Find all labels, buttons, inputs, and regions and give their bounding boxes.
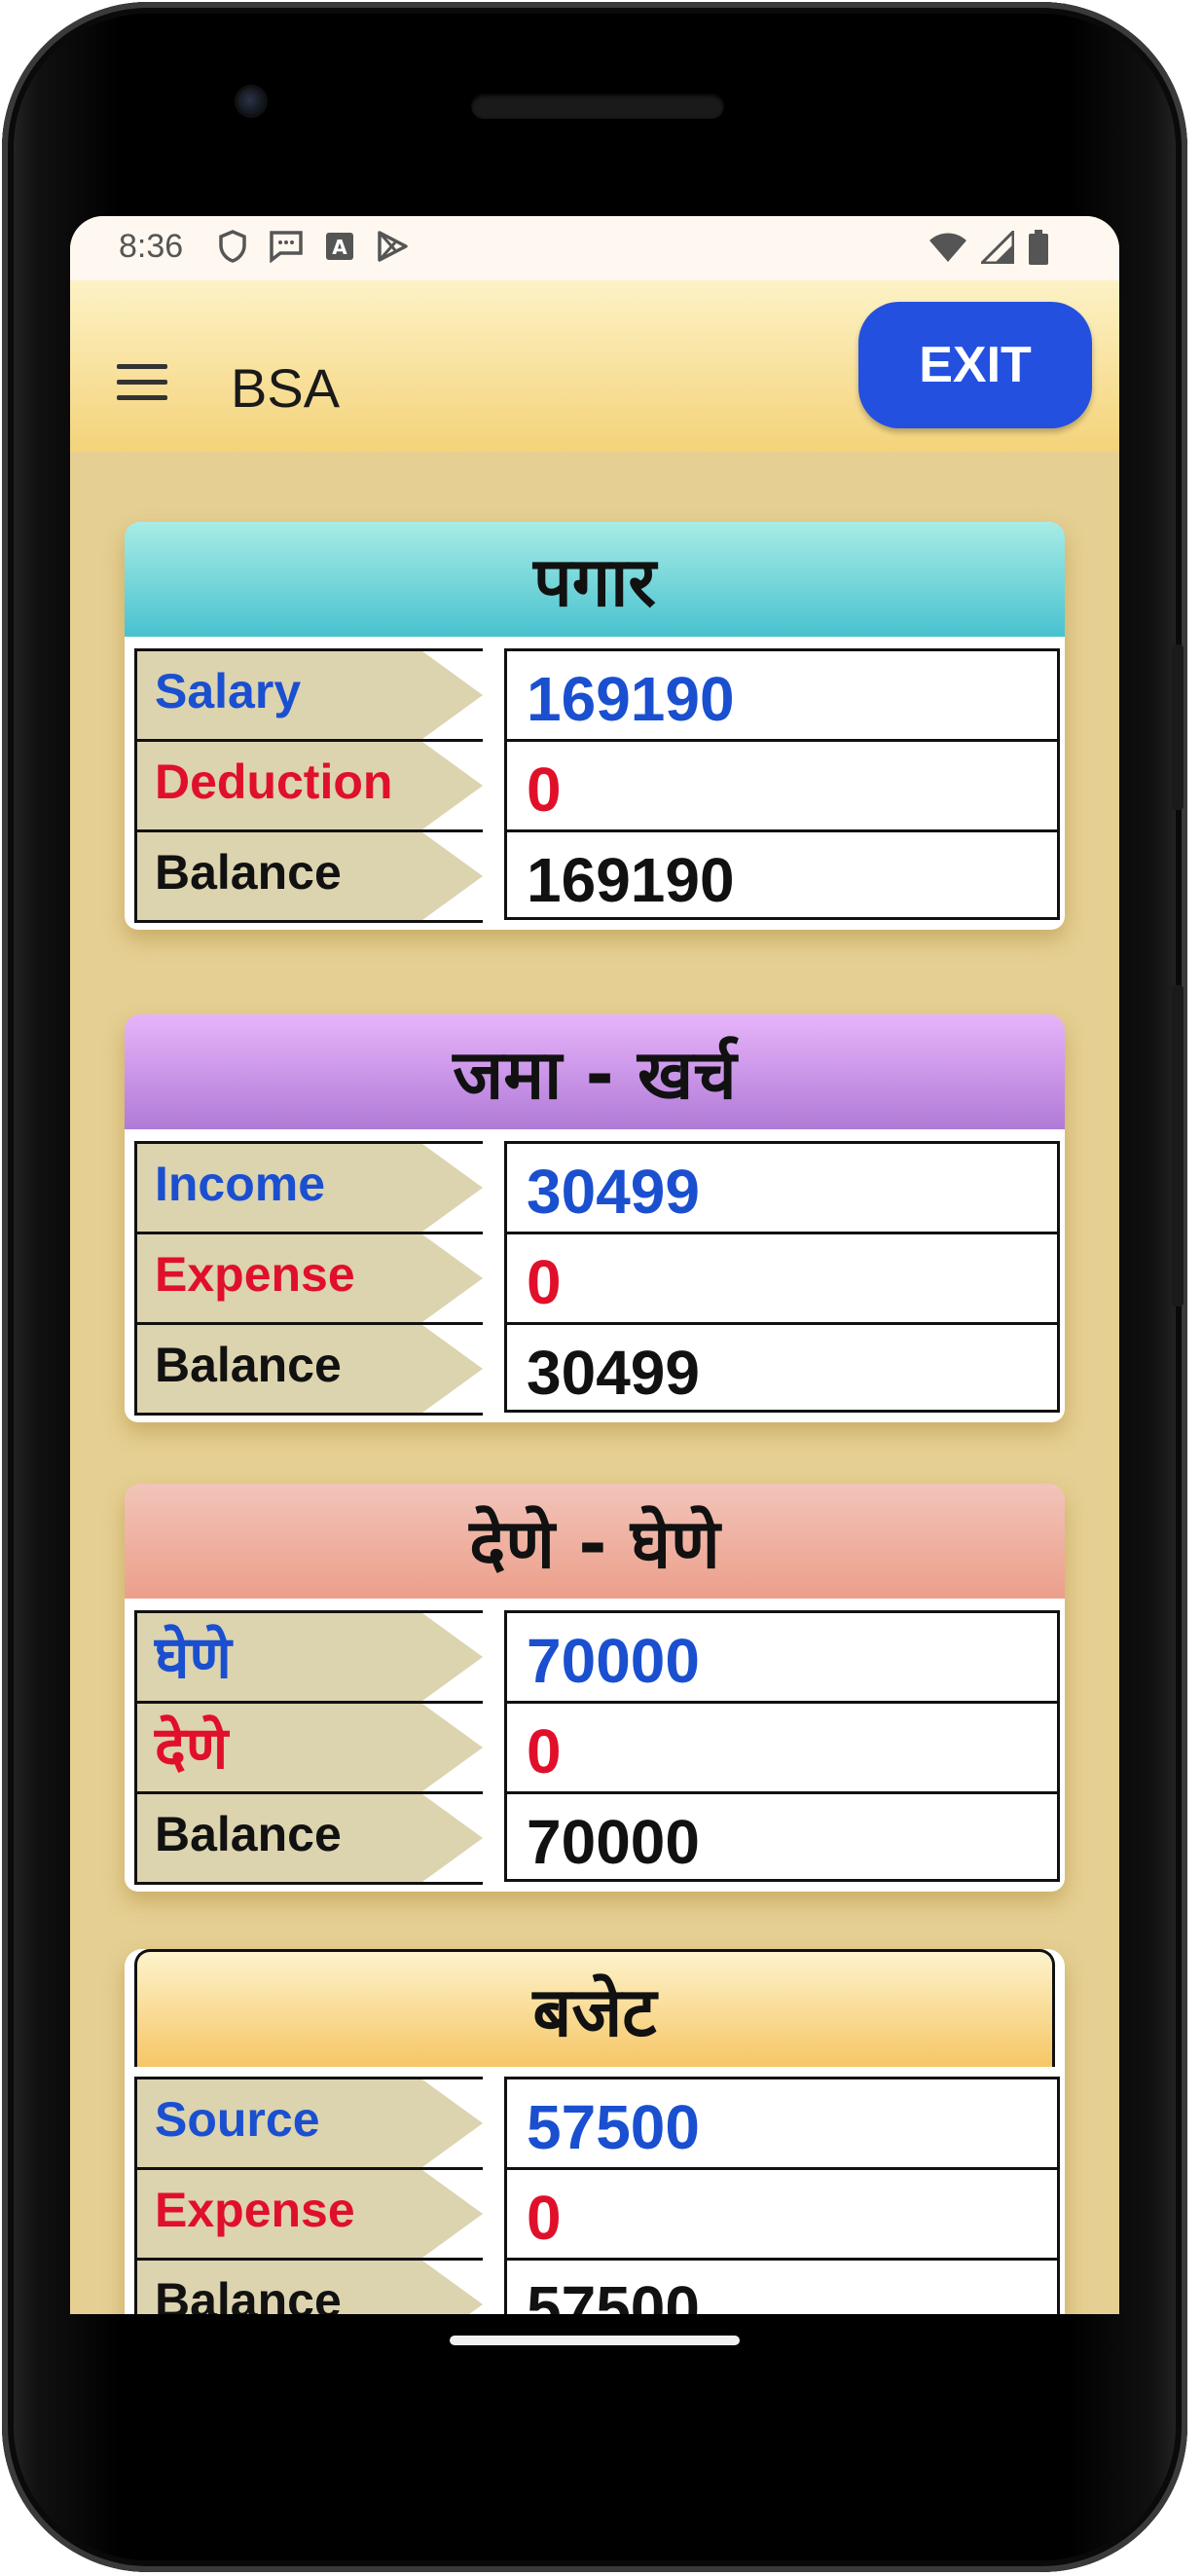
card-rows: Income 30499 Expense 0 Balance 30499 xyxy=(125,1129,1065,1422)
value-cell: 0 xyxy=(504,2167,1060,2258)
status-time: 8:36 xyxy=(119,228,184,265)
label-cell: Deduction xyxy=(134,739,483,829)
row-value: 30499 xyxy=(527,1338,700,1408)
row-label: Expense xyxy=(155,2183,355,2237)
card-title: बजेट xyxy=(134,1949,1055,2067)
message-icon xyxy=(270,231,303,263)
home-gesture-bar[interactable] xyxy=(450,2336,740,2345)
value-cell: 169190 xyxy=(504,829,1060,920)
balance-row[interactable]: Balance 70000 xyxy=(134,1791,1060,1885)
balance-row[interactable]: Balance 169190 xyxy=(134,829,1060,923)
budget-card[interactable]: बजेट Source 57500 Expense 0 Balance 5750… xyxy=(125,1949,1065,2314)
expense-row[interactable]: Expense 0 xyxy=(134,1232,1060,1322)
deduction-row[interactable]: Deduction 0 xyxy=(134,739,1060,829)
give-take-card[interactable]: देणे - घेणे घेणे 70000 देणे 0 Balance 70… xyxy=(125,1484,1065,1892)
app-title: BSA xyxy=(231,357,341,419)
row-label: Deduction xyxy=(155,754,393,809)
app-bar: BSA EXIT xyxy=(70,280,1119,452)
receivable-row[interactable]: घेणे 70000 xyxy=(134,1610,1060,1701)
row-value: 0 xyxy=(527,754,562,825)
value-cell: 0 xyxy=(504,1232,1060,1322)
row-label: Source xyxy=(155,2092,320,2147)
label-cell: Balance xyxy=(134,1322,483,1416)
row-label: Balance xyxy=(155,2273,342,2314)
power-button xyxy=(1172,644,1184,810)
system-icons xyxy=(929,230,1049,265)
label-cell: Balance xyxy=(134,1791,483,1885)
main-content: पगार Salary 169190 Deduction 0 Balance 1… xyxy=(70,452,1119,2314)
income-expense-card[interactable]: जमा - खर्च Income 30499 Expense 0 Balanc… xyxy=(125,1014,1065,1422)
row-label: Income xyxy=(155,1157,326,1211)
menu-icon[interactable] xyxy=(117,364,167,401)
expense-row[interactable]: Expense 0 xyxy=(134,2167,1060,2258)
value-cell: 70000 xyxy=(504,1610,1060,1701)
payable-row[interactable]: देणे 0 xyxy=(134,1701,1060,1791)
row-value: 70000 xyxy=(527,1807,700,1877)
card-title: देणे - घेणे xyxy=(125,1484,1065,1599)
row-label: Balance xyxy=(155,845,342,900)
balance-row[interactable]: Balance 57500 xyxy=(134,2258,1060,2314)
navigation-bar xyxy=(2,2314,1202,2509)
value-cell: 57500 xyxy=(504,2258,1060,2314)
salary-card[interactable]: पगार Salary 169190 Deduction 0 Balance 1… xyxy=(125,522,1065,930)
label-cell: Income xyxy=(134,1141,483,1232)
exit-button[interactable]: EXIT xyxy=(858,302,1092,428)
value-cell: 0 xyxy=(504,739,1060,829)
screen: 8:36 A BSA EXIT पगार Salary 169190 Deduc… xyxy=(70,216,1119,2314)
source-row[interactable]: Source 57500 xyxy=(134,2077,1060,2167)
label-cell: Salary xyxy=(134,648,483,739)
volume-button xyxy=(1172,985,1184,1306)
row-label: देणे xyxy=(155,1714,229,1783)
label-cell: Balance xyxy=(134,829,483,923)
wifi-icon xyxy=(929,233,966,262)
balance-row[interactable]: Balance 30499 xyxy=(134,1322,1060,1416)
row-value: 30499 xyxy=(527,1157,700,1227)
value-cell: 0 xyxy=(504,1701,1060,1791)
battery-icon xyxy=(1029,230,1048,265)
status-bar: 8:36 A xyxy=(70,216,1119,280)
notification-icons: A xyxy=(218,230,409,263)
label-cell: Expense xyxy=(134,2167,483,2258)
shield-icon xyxy=(219,230,246,263)
play-store-icon xyxy=(378,231,408,262)
income-row[interactable]: Income 30499 xyxy=(134,1141,1060,1232)
label-cell: घेणे xyxy=(134,1610,483,1701)
label-cell: देणे xyxy=(134,1701,483,1791)
card-rows: Salary 169190 Deduction 0 Balance 169190 xyxy=(125,637,1065,930)
value-cell: 70000 xyxy=(504,1791,1060,1882)
signal-icon xyxy=(981,231,1014,264)
value-cell: 169190 xyxy=(504,648,1060,739)
value-cell: 30499 xyxy=(504,1141,1060,1232)
row-label: Balance xyxy=(155,1338,342,1392)
row-value: 0 xyxy=(527,1247,562,1317)
value-cell: 57500 xyxy=(504,2077,1060,2167)
row-label: Expense xyxy=(155,1247,355,1302)
row-label: Balance xyxy=(155,1807,342,1861)
row-value: 169190 xyxy=(527,845,735,915)
row-value: 57500 xyxy=(527,2092,700,2162)
row-value: 70000 xyxy=(527,1626,700,1696)
phone-frame: 8:36 A BSA EXIT पगार Salary 169190 Deduc… xyxy=(2,2,1187,2572)
row-value: 0 xyxy=(527,1716,562,1786)
label-cell: Balance xyxy=(134,2258,483,2314)
row-value: 169190 xyxy=(527,664,735,734)
earpiece-speaker xyxy=(471,93,724,119)
row-label: घेणे xyxy=(155,1624,232,1692)
row-label: Salary xyxy=(155,664,302,718)
row-value: 57500 xyxy=(527,2273,700,2314)
value-cell: 30499 xyxy=(504,1322,1060,1413)
label-cell: Expense xyxy=(134,1232,483,1322)
svg-text:A: A xyxy=(332,236,347,259)
card-title: पगार xyxy=(125,522,1065,637)
salary-row[interactable]: Salary 169190 xyxy=(134,648,1060,739)
font-icon: A xyxy=(326,233,353,260)
label-cell: Source xyxy=(134,2077,483,2167)
card-rows: Source 57500 Expense 0 Balance 57500 xyxy=(125,2067,1065,2314)
card-title: जमा - खर्च xyxy=(125,1014,1065,1129)
card-rows: घेणे 70000 देणे 0 Balance 70000 xyxy=(125,1599,1065,1892)
front-camera xyxy=(237,88,265,115)
row-value: 0 xyxy=(527,2183,562,2253)
